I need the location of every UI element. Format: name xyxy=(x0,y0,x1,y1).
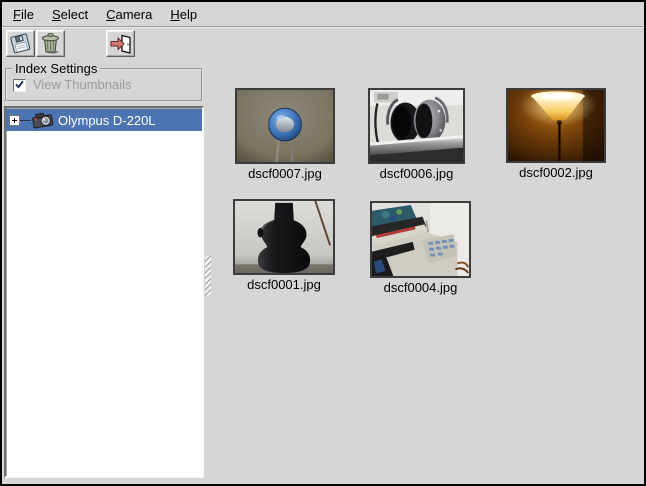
thumbnail-item[interactable]: dscf0007.jpg xyxy=(235,88,335,181)
view-thumbnails-checkbox[interactable] xyxy=(13,79,26,92)
index-settings-label: Index Settings xyxy=(12,61,100,77)
floppy-disk-icon xyxy=(9,32,32,55)
tree-item-label: Olympus D-220L xyxy=(58,113,156,128)
menu-camera[interactable]: Camera xyxy=(97,3,161,26)
checkmark-icon xyxy=(14,77,25,95)
lamp-photo xyxy=(506,88,606,163)
pane-splitter[interactable] xyxy=(204,106,212,478)
save-button[interactable] xyxy=(6,30,35,57)
tree-connector-line xyxy=(20,120,31,121)
guitar-case-photo xyxy=(233,199,335,275)
trash-can-icon xyxy=(40,32,62,55)
thumbnail-item[interactable]: dscf0001.jpg xyxy=(233,199,335,292)
gtkam-window: File Select Camera Help xyxy=(0,0,646,486)
view-thumbnails-label: View Thumbnails xyxy=(33,77,132,92)
menu-select[interactable]: Select xyxy=(43,3,97,26)
thumbnail-filename: dscf0007.jpg xyxy=(235,166,335,181)
thumbnail-item[interactable]: dscf0004.jpg xyxy=(370,201,471,295)
thumbnail-filename: dscf0002.jpg xyxy=(506,165,606,180)
menu-file[interactable]: File xyxy=(4,3,43,26)
exit-door-icon xyxy=(109,32,132,55)
index-settings-frame: Index Settings View Thumbnails xyxy=(5,68,203,102)
camera-tree-panel: Olympus D-220L xyxy=(4,106,204,478)
thumbnail-filename: dscf0006.jpg xyxy=(368,166,465,181)
menu-help[interactable]: Help xyxy=(161,3,206,26)
thumbnail-panel: dscf0007.jpg xyxy=(212,60,640,478)
delete-button[interactable] xyxy=(36,30,65,57)
thumbnail-filename: dscf0004.jpg xyxy=(370,280,471,295)
splitter-grip-icon xyxy=(205,256,211,296)
tree-expander-icon[interactable] xyxy=(9,115,20,126)
headphones-photo xyxy=(368,88,465,164)
thumbnail-filename: dscf0001.jpg xyxy=(233,277,335,292)
capacitor-photo xyxy=(235,88,335,164)
tree-row-olympus[interactable]: Olympus D-220L xyxy=(6,109,202,131)
camera-icon xyxy=(31,111,56,134)
exit-button[interactable] xyxy=(106,30,135,57)
printer-photo xyxy=(370,201,471,278)
thumbnail-item[interactable]: dscf0006.jpg xyxy=(368,88,465,181)
menubar: File Select Camera Help xyxy=(2,2,644,27)
thumbnail-item[interactable]: dscf0002.jpg xyxy=(506,88,606,180)
